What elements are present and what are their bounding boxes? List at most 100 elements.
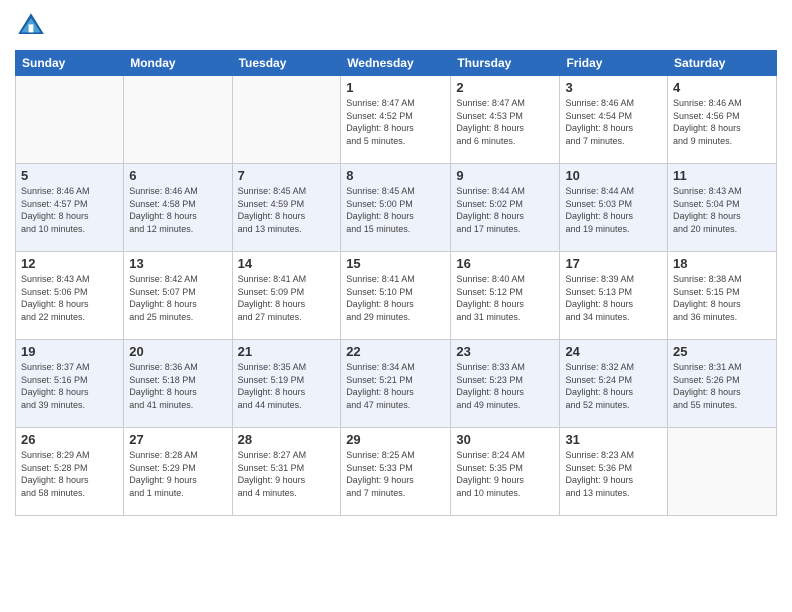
day-number: 27	[129, 432, 226, 447]
day-info: Sunrise: 8:47 AM Sunset: 4:52 PM Dayligh…	[346, 97, 445, 147]
day-number: 2	[456, 80, 554, 95]
day-number: 18	[673, 256, 771, 271]
day-number: 26	[21, 432, 118, 447]
calendar-cell: 9 Sunrise: 8:44 AM Sunset: 5:02 PM Daylig…	[451, 164, 560, 252]
day-number: 19	[21, 344, 118, 359]
calendar-cell: 21 Sunrise: 8:35 AM Sunset: 5:19 PM Dayli…	[232, 340, 341, 428]
calendar-cell	[232, 76, 341, 164]
day-info: Sunrise: 8:37 AM Sunset: 5:16 PM Dayligh…	[21, 361, 118, 411]
calendar-cell	[124, 76, 232, 164]
day-number: 5	[21, 168, 118, 183]
weekday-header-saturday: Saturday	[668, 51, 777, 76]
calendar-cell: 7Sunrise: 8:45 AM Sunset: 4:59 PM Daylig…	[232, 164, 341, 252]
day-info: Sunrise: 8:41 AM Sunset: 5:09 PM Dayligh…	[238, 273, 336, 323]
day-number: 24	[565, 344, 662, 359]
calendar-cell: 1 Sunrise: 8:47 AM Sunset: 4:52 PM Daylig…	[341, 76, 451, 164]
week-row-1: 1 Sunrise: 8:47 AM Sunset: 4:52 PM Daylig…	[16, 76, 777, 164]
week-row-5: 26 Sunrise: 8:29 AM Sunset: 5:28 PM Dayli…	[16, 428, 777, 516]
day-number: 4	[673, 80, 771, 95]
calendar-cell: 19 Sunrise: 8:37 AM Sunset: 5:16 PM Dayli…	[16, 340, 124, 428]
calendar-cell: 22 Sunrise: 8:34 AM Sunset: 5:21 PM Dayli…	[341, 340, 451, 428]
calendar-cell: 8 Sunrise: 8:45 AM Sunset: 5:00 PM Daylig…	[341, 164, 451, 252]
calendar-cell: 13Sunrise: 8:42 AM Sunset: 5:07 PM Dayli…	[124, 252, 232, 340]
calendar-cell: 18 Sunrise: 8:38 AM Sunset: 5:15 PM Dayli…	[668, 252, 777, 340]
calendar: SundayMondayTuesdayWednesdayThursdayFrid…	[15, 50, 777, 516]
calendar-cell: 16 Sunrise: 8:40 AM Sunset: 5:12 PM Dayli…	[451, 252, 560, 340]
logo	[15, 10, 51, 42]
page: SundayMondayTuesdayWednesdayThursdayFrid…	[0, 0, 792, 612]
day-number: 22	[346, 344, 445, 359]
day-number: 30	[456, 432, 554, 447]
day-info: Sunrise: 8:29 AM Sunset: 5:28 PM Dayligh…	[21, 449, 118, 499]
day-number: 29	[346, 432, 445, 447]
week-row-2: 5 Sunrise: 8:46 AM Sunset: 4:57 PM Daylig…	[16, 164, 777, 252]
calendar-cell: 4Sunrise: 8:46 AM Sunset: 4:56 PM Daylig…	[668, 76, 777, 164]
day-info: Sunrise: 8:28 AM Sunset: 5:29 PM Dayligh…	[129, 449, 226, 499]
day-info: Sunrise: 8:24 AM Sunset: 5:35 PM Dayligh…	[456, 449, 554, 499]
calendar-cell: 17 Sunrise: 8:39 AM Sunset: 5:13 PM Dayli…	[560, 252, 668, 340]
day-info: Sunrise: 8:35 AM Sunset: 5:19 PM Dayligh…	[238, 361, 336, 411]
weekday-header-monday: Monday	[124, 51, 232, 76]
day-number: 21	[238, 344, 336, 359]
day-info: Sunrise: 8:27 AM Sunset: 5:31 PM Dayligh…	[238, 449, 336, 499]
calendar-cell: 28 Sunrise: 8:27 AM Sunset: 5:31 PM Dayli…	[232, 428, 341, 516]
day-info: Sunrise: 8:32 AM Sunset: 5:24 PM Dayligh…	[565, 361, 662, 411]
day-info: Sunrise: 8:40 AM Sunset: 5:12 PM Dayligh…	[456, 273, 554, 323]
day-number: 1	[346, 80, 445, 95]
logo-icon	[15, 10, 47, 42]
day-info: Sunrise: 8:31 AM Sunset: 5:26 PM Dayligh…	[673, 361, 771, 411]
calendar-cell: 27 Sunrise: 8:28 AM Sunset: 5:29 PM Dayli…	[124, 428, 232, 516]
weekday-header-tuesday: Tuesday	[232, 51, 341, 76]
day-number: 25	[673, 344, 771, 359]
day-info: Sunrise: 8:38 AM Sunset: 5:15 PM Dayligh…	[673, 273, 771, 323]
day-info: Sunrise: 8:36 AM Sunset: 5:18 PM Dayligh…	[129, 361, 226, 411]
day-info: Sunrise: 8:44 AM Sunset: 5:03 PM Dayligh…	[565, 185, 662, 235]
calendar-cell	[668, 428, 777, 516]
calendar-cell: 14 Sunrise: 8:41 AM Sunset: 5:09 PM Dayli…	[232, 252, 341, 340]
weekday-header-sunday: Sunday	[16, 51, 124, 76]
day-number: 11	[673, 168, 771, 183]
day-info: Sunrise: 8:41 AM Sunset: 5:10 PM Dayligh…	[346, 273, 445, 323]
day-info: Sunrise: 8:44 AM Sunset: 5:02 PM Dayligh…	[456, 185, 554, 235]
day-info: Sunrise: 8:25 AM Sunset: 5:33 PM Dayligh…	[346, 449, 445, 499]
calendar-cell: 12Sunrise: 8:43 AM Sunset: 5:06 PM Dayli…	[16, 252, 124, 340]
day-number: 10	[565, 168, 662, 183]
calendar-cell: 23Sunrise: 8:33 AM Sunset: 5:23 PM Dayli…	[451, 340, 560, 428]
day-number: 20	[129, 344, 226, 359]
day-number: 31	[565, 432, 662, 447]
day-info: Sunrise: 8:45 AM Sunset: 5:00 PM Dayligh…	[346, 185, 445, 235]
calendar-cell: 31Sunrise: 8:23 AM Sunset: 5:36 PM Dayli…	[560, 428, 668, 516]
day-info: Sunrise: 8:46 AM Sunset: 4:57 PM Dayligh…	[21, 185, 118, 235]
day-info: Sunrise: 8:46 AM Sunset: 4:54 PM Dayligh…	[565, 97, 662, 147]
day-number: 12	[21, 256, 118, 271]
day-number: 8	[346, 168, 445, 183]
week-row-4: 19 Sunrise: 8:37 AM Sunset: 5:16 PM Dayli…	[16, 340, 777, 428]
day-number: 9	[456, 168, 554, 183]
calendar-cell: 30 Sunrise: 8:24 AM Sunset: 5:35 PM Dayli…	[451, 428, 560, 516]
day-number: 15	[346, 256, 445, 271]
calendar-cell: 2Sunrise: 8:47 AM Sunset: 4:53 PM Daylig…	[451, 76, 560, 164]
calendar-cell: 6Sunrise: 8:46 AM Sunset: 4:58 PM Daylig…	[124, 164, 232, 252]
day-number: 23	[456, 344, 554, 359]
day-number: 16	[456, 256, 554, 271]
calendar-cell: 20 Sunrise: 8:36 AM Sunset: 5:18 PM Dayli…	[124, 340, 232, 428]
calendar-cell: 3 Sunrise: 8:46 AM Sunset: 4:54 PM Daylig…	[560, 76, 668, 164]
header	[15, 10, 777, 42]
day-info: Sunrise: 8:34 AM Sunset: 5:21 PM Dayligh…	[346, 361, 445, 411]
weekday-header-thursday: Thursday	[451, 51, 560, 76]
day-number: 17	[565, 256, 662, 271]
weekday-header-row: SundayMondayTuesdayWednesdayThursdayFrid…	[16, 51, 777, 76]
calendar-cell: 11 Sunrise: 8:43 AM Sunset: 5:04 PM Dayli…	[668, 164, 777, 252]
day-info: Sunrise: 8:39 AM Sunset: 5:13 PM Dayligh…	[565, 273, 662, 323]
day-number: 3	[565, 80, 662, 95]
calendar-cell: 5 Sunrise: 8:46 AM Sunset: 4:57 PM Daylig…	[16, 164, 124, 252]
calendar-cell: 15 Sunrise: 8:41 AM Sunset: 5:10 PM Dayli…	[341, 252, 451, 340]
day-number: 14	[238, 256, 336, 271]
calendar-cell: 24 Sunrise: 8:32 AM Sunset: 5:24 PM Dayli…	[560, 340, 668, 428]
calendar-cell	[16, 76, 124, 164]
day-number: 28	[238, 432, 336, 447]
day-info: Sunrise: 8:43 AM Sunset: 5:04 PM Dayligh…	[673, 185, 771, 235]
calendar-cell: 10 Sunrise: 8:44 AM Sunset: 5:03 PM Dayli…	[560, 164, 668, 252]
day-number: 13	[129, 256, 226, 271]
weekday-header-friday: Friday	[560, 51, 668, 76]
